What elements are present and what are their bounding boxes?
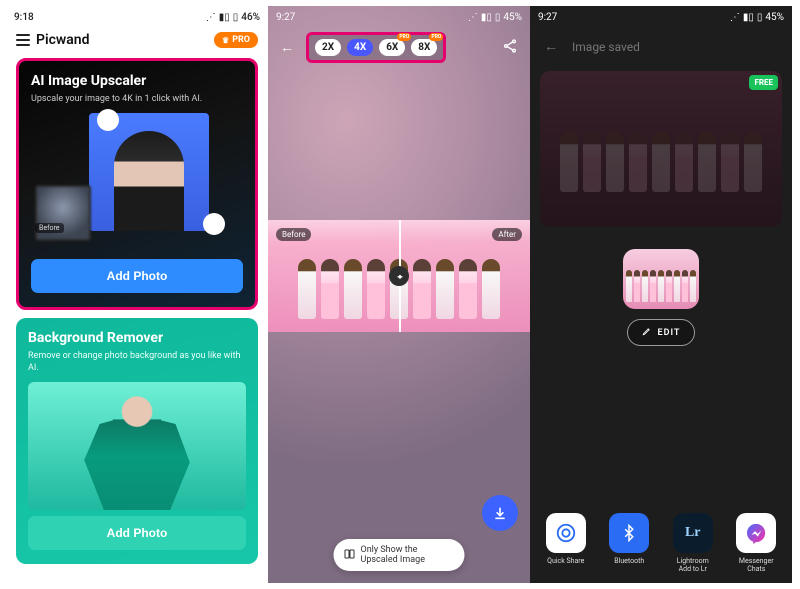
compare-preview[interactable]: Before After ◂▸ xyxy=(268,220,530,332)
share-label: Quick Share xyxy=(547,557,584,565)
download-icon xyxy=(492,505,508,521)
upscaler-preview: Before xyxy=(31,113,243,253)
battery-icon: ▯ xyxy=(495,12,501,23)
add-photo-button[interactable]: Add Photo xyxy=(28,516,246,550)
arrows-icon: ◂▸ xyxy=(397,272,401,281)
zoom-6x[interactable]: 6XPRO xyxy=(379,39,405,56)
saved-image-area[interactable]: FREE xyxy=(540,71,782,227)
messenger-icon xyxy=(736,513,776,553)
download-button[interactable] xyxy=(482,495,518,531)
signal-icon: ▮▯ xyxy=(481,12,492,23)
only-upscaled-toggle[interactable]: Only Show the Upscaled Image xyxy=(334,539,465,571)
zoom-selector: 2X 4X 6XPRO 8XPRO xyxy=(306,32,446,63)
lightroom-icon: Lr xyxy=(673,513,713,553)
zoom-2x[interactable]: 2X xyxy=(315,39,341,56)
battery-pct: 45% xyxy=(765,12,784,23)
crown-icon: ♛ xyxy=(222,36,229,45)
battery-icon: ▯ xyxy=(757,12,763,23)
bg-remover-preview xyxy=(28,382,246,510)
card-title: AI Image Upscaler xyxy=(31,73,243,89)
status-bar: 9:27 ⋰ ▮▯ ▯ 45% xyxy=(268,6,530,28)
edit-label: EDIT xyxy=(658,328,681,338)
status-time: 9:18 xyxy=(14,12,34,23)
card-subtitle: Upscale your image to 4K in 1 click with… xyxy=(31,93,243,105)
before-tag: Before xyxy=(276,228,311,241)
share-grid: Quick Share Bluetooth Lr Lightroom Add t… xyxy=(530,513,792,573)
status-right: ⋰ ▮▯ ▯ 46% xyxy=(206,12,260,23)
toggle-label: Only Show the Upscaled Image xyxy=(361,545,455,565)
signal-icon: ▮▯ xyxy=(743,12,754,23)
screen-saved: 9:27 ⋰ ▮▯ ▯ 45% ← Image saved FREE EDIT xyxy=(530,6,792,583)
share-bluetooth[interactable]: Bluetooth xyxy=(609,513,649,573)
compare-icon xyxy=(344,548,356,563)
after-tag: After xyxy=(492,228,522,241)
screen-editor: 9:27 ⋰ ▮▯ ▯ 45% ← 2X 4X 6XPRO 8XPRO Befo… xyxy=(268,6,530,583)
screen-home: 9:18 ⋰ ▮▯ ▯ 46% Picwand ♛ PRO AI Image U… xyxy=(6,6,268,583)
share-label: Lightroom Add to Lr xyxy=(677,557,709,573)
quick-share-icon xyxy=(546,513,586,553)
editor-toolbar: ← 2X 4X 6XPRO 8XPRO xyxy=(268,28,530,67)
card-background-remover[interactable]: Background Remover Remove or change phot… xyxy=(16,318,258,564)
pro-badge: PRO xyxy=(429,33,443,41)
free-badge: FREE xyxy=(749,75,778,90)
edit-button[interactable]: EDIT xyxy=(627,319,696,346)
wifi-icon: ⋰ xyxy=(206,12,216,23)
menu-icon[interactable] xyxy=(16,34,30,46)
share-label: Bluetooth xyxy=(614,557,644,565)
share-label: Messenger Chats xyxy=(739,557,774,573)
back-icon[interactable]: ← xyxy=(276,35,298,60)
card-ai-upscaler[interactable]: AI Image Upscaler Upscale your image to … xyxy=(16,58,258,310)
pro-label: PRO xyxy=(232,35,250,45)
share-quick-share[interactable]: Quick Share xyxy=(546,513,586,573)
status-right: ⋰ ▮▯ ▯ 45% xyxy=(730,12,784,23)
page-title: Image saved xyxy=(572,40,640,54)
battery-pct: 45% xyxy=(503,12,522,23)
brand-name: Picwand xyxy=(36,32,89,48)
slider-handle-icon[interactable] xyxy=(97,109,119,131)
saved-thumbnail[interactable] xyxy=(623,249,699,309)
slider-handle-icon[interactable] xyxy=(203,213,225,235)
pro-badge: PRO xyxy=(397,33,411,41)
status-bar: 9:18 ⋰ ▮▯ ▯ 46% xyxy=(6,6,268,28)
brand: Picwand xyxy=(16,32,89,48)
share-messenger[interactable]: Messenger Chats xyxy=(736,513,776,573)
back-icon[interactable]: ← xyxy=(540,34,562,59)
saved-image xyxy=(548,106,774,192)
status-time: 9:27 xyxy=(538,12,557,23)
app-header: Picwand ♛ PRO xyxy=(6,28,268,54)
saved-header: ← Image saved xyxy=(530,28,792,65)
wifi-icon: ⋰ xyxy=(468,12,478,23)
bluetooth-icon xyxy=(609,513,649,553)
signal-icon: ▮▯ xyxy=(219,12,230,23)
edit-icon xyxy=(642,326,652,339)
battery-pct: 46% xyxy=(241,12,260,23)
zoom-8x[interactable]: 8XPRO xyxy=(411,39,437,56)
share-lightroom[interactable]: Lr Lightroom Add to Lr xyxy=(673,513,713,573)
compare-slider-handle[interactable]: ◂▸ xyxy=(389,266,409,286)
card-title: Background Remover xyxy=(28,330,246,346)
card-subtitle: Remove or change photo background as you… xyxy=(28,350,246,374)
zoom-4x[interactable]: 4X xyxy=(347,39,373,56)
battery-icon: ▯ xyxy=(233,12,239,23)
status-bar: 9:27 ⋰ ▮▯ ▯ 45% xyxy=(530,6,792,28)
pro-button[interactable]: ♛ PRO xyxy=(214,32,258,48)
status-time: 9:27 xyxy=(276,12,295,23)
wifi-icon: ⋰ xyxy=(730,12,740,23)
share-icon[interactable] xyxy=(498,34,522,62)
add-photo-button[interactable]: Add Photo xyxy=(31,259,243,293)
status-right: ⋰ ▮▯ ▯ 45% xyxy=(468,12,522,23)
before-tag: Before xyxy=(35,223,64,233)
